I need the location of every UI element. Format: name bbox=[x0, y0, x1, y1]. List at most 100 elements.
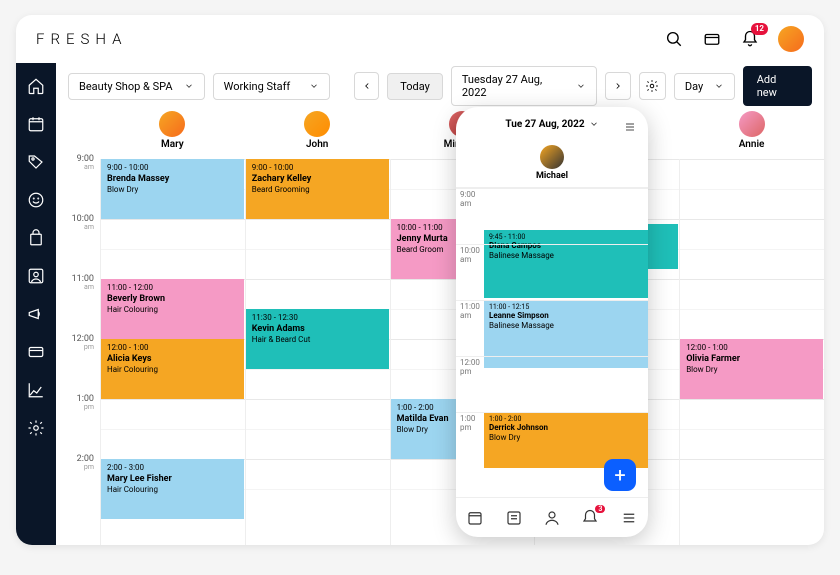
staff-cell[interactable]: John bbox=[245, 111, 390, 157]
phone-time-label: 11:00am bbox=[460, 302, 480, 320]
time-label: 9:00am bbox=[77, 155, 94, 171]
day-column: 9:00 - 10:00Zachary KelleyBeard Grooming… bbox=[245, 159, 390, 545]
sidebar bbox=[16, 63, 56, 545]
appt-time: 9:00 - 10:00 bbox=[252, 163, 383, 173]
chevron-down-icon bbox=[576, 81, 586, 91]
gear-icon[interactable] bbox=[27, 419, 45, 437]
card-icon[interactable] bbox=[27, 343, 45, 361]
appointment[interactable]: 12:00 - 1:00Alicia KeysHair Colouring bbox=[101, 339, 244, 399]
chevron-down-icon bbox=[714, 81, 724, 91]
phone-time-label: 1:00pm bbox=[460, 414, 475, 432]
phone-staff: Michael bbox=[456, 141, 648, 187]
user-avatar[interactable] bbox=[778, 26, 804, 52]
staff-avatar bbox=[739, 111, 765, 137]
day-column: 9:00 - 10:00Brenda MasseyBlow Dry 11:00 -… bbox=[100, 159, 245, 545]
fab-add-button[interactable]: + bbox=[604, 459, 636, 491]
tab-calendar-icon[interactable] bbox=[466, 509, 484, 527]
prev-day-button[interactable] bbox=[354, 72, 379, 100]
appt-client: Beverly Brown bbox=[107, 294, 238, 305]
time-label: 1:00pm bbox=[77, 395, 94, 411]
appt-service: Blow Dry bbox=[107, 185, 238, 195]
appointment[interactable]: 12:00 - 1:00Olivia FarmerBlow Dry bbox=[680, 339, 823, 399]
wallet-icon[interactable] bbox=[702, 29, 722, 49]
appointment[interactable]: 9:00 - 10:00Brenda MasseyBlow Dry bbox=[101, 159, 244, 219]
smile-icon[interactable] bbox=[27, 191, 45, 209]
date-dropdown[interactable]: Tuesday 27 Aug, 2022 bbox=[451, 66, 597, 106]
appt-service: Blow Dry bbox=[489, 433, 643, 443]
appt-service: Hair Colouring bbox=[107, 485, 238, 495]
staff-avatar bbox=[304, 111, 330, 137]
appt-time: 11:00 - 12:00 bbox=[107, 283, 238, 293]
staff-dropdown[interactable]: Working Staff bbox=[213, 73, 330, 100]
time-label: 12:00pm bbox=[72, 335, 94, 351]
location-label: Beauty Shop & SPA bbox=[79, 80, 173, 93]
calendar-settings-button[interactable] bbox=[639, 72, 666, 100]
appt-time: 11:00 - 12:15 bbox=[489, 303, 643, 311]
phone-appointment[interactable]: 11:00 - 12:15Leanne SimpsonBalinese Mass… bbox=[484, 300, 648, 368]
phone-appointment[interactable]: 9:45 - 11:00Diana CamposBalinese Massage bbox=[484, 230, 648, 298]
chevron-down-icon bbox=[184, 81, 194, 91]
appt-client: Leanne Simpson bbox=[489, 311, 643, 321]
tab-bell-icon[interactable]: 3 bbox=[581, 509, 599, 527]
tab-user-icon[interactable] bbox=[543, 509, 561, 527]
home-icon[interactable] bbox=[27, 77, 45, 95]
appt-client: Olivia Farmer bbox=[686, 354, 817, 365]
hamburger-icon[interactable] bbox=[622, 118, 638, 130]
phone-header: Tue 27 Aug, 2022 bbox=[456, 107, 648, 141]
appt-service: Hair Colouring bbox=[107, 365, 238, 375]
phone-time-label: 9:00am bbox=[460, 190, 475, 208]
appointment[interactable]: 11:00 - 12:00Beverly BrownHair Colouring bbox=[101, 279, 244, 339]
staff-name: John bbox=[306, 139, 328, 150]
appt-service: Blow Dry bbox=[686, 365, 817, 375]
appt-time: 12:00 - 1:00 bbox=[107, 343, 238, 353]
megaphone-icon[interactable] bbox=[27, 305, 45, 323]
appt-time: 1:00 - 2:00 bbox=[489, 415, 643, 423]
staff-cell[interactable]: Mary bbox=[100, 111, 245, 157]
appt-client: Brenda Massey bbox=[107, 174, 238, 185]
topbar-actions: 12 bbox=[664, 26, 804, 52]
tab-more-icon[interactable] bbox=[620, 509, 638, 527]
appt-service: Balinese Massage bbox=[489, 251, 643, 261]
staff-cell[interactable]: Annie bbox=[679, 111, 824, 157]
appt-client: Alicia Keys bbox=[107, 354, 238, 365]
appt-client: Derrick Johnson bbox=[489, 423, 643, 433]
tag-icon[interactable] bbox=[27, 153, 45, 171]
bell-icon[interactable]: 12 bbox=[740, 29, 760, 49]
appt-client: Zachary Kelley bbox=[252, 174, 383, 185]
phone-staff-name: Michael bbox=[536, 171, 568, 181]
search-icon[interactable] bbox=[664, 29, 684, 49]
staff-row: MaryJohnMirandaMichaelAnnie bbox=[56, 109, 824, 157]
phone-date-dropdown[interactable]: Tue 27 Aug, 2022 bbox=[505, 119, 598, 130]
phone-time-label: 10:00am bbox=[460, 246, 480, 264]
next-day-button[interactable] bbox=[605, 72, 630, 100]
today-button[interactable]: Today bbox=[387, 73, 443, 100]
day-column: 12:00 - 1:00Olivia FarmerBlow Dry bbox=[679, 159, 824, 545]
appt-service: Hair Colouring bbox=[107, 305, 238, 315]
calendar-grid: 9:00am10:00am11:00am12:00pm1:00pm2:00pm … bbox=[56, 159, 824, 545]
appointment[interactable]: 2:00 - 3:00Mary Lee FisherHair Colouring bbox=[101, 459, 244, 519]
phone-notification-badge: 3 bbox=[595, 505, 605, 513]
view-dropdown[interactable]: Day bbox=[674, 73, 735, 100]
appointment[interactable]: 9:00 - 10:00Zachary KelleyBeard Grooming bbox=[246, 159, 389, 219]
location-dropdown[interactable]: Beauty Shop & SPA bbox=[68, 73, 205, 100]
appt-time: 9:00 - 10:00 bbox=[107, 163, 238, 173]
user-box-icon[interactable] bbox=[27, 267, 45, 285]
calendar: MaryJohnMirandaMichaelAnnie 9:00am10:00a… bbox=[56, 109, 824, 545]
toolbar: Beauty Shop & SPA Working Staff Today Tu… bbox=[56, 63, 824, 109]
time-column: 9:00am10:00am11:00am12:00pm1:00pm2:00pm bbox=[56, 159, 100, 545]
appointment[interactable]: 11:30 - 12:30Kevin AdamsHair & Beard Cut bbox=[246, 309, 389, 369]
appt-time: 11:30 - 12:30 bbox=[252, 313, 383, 323]
tab-list-icon[interactable] bbox=[505, 509, 523, 527]
appt-client: Kevin Adams bbox=[252, 324, 383, 335]
chart-icon[interactable] bbox=[27, 381, 45, 399]
chevron-down-icon bbox=[309, 81, 319, 91]
time-label: 2:00pm bbox=[77, 455, 94, 471]
add-new-button[interactable]: Add new bbox=[743, 66, 812, 106]
appt-client: Mary Lee Fisher bbox=[107, 474, 238, 485]
product-icon[interactable] bbox=[27, 229, 45, 247]
calendar-icon[interactable] bbox=[27, 115, 45, 133]
view-label: Day bbox=[685, 80, 703, 93]
phone-time-label: 12:00pm bbox=[460, 358, 480, 376]
phone-tabbar: 3 bbox=[456, 497, 648, 537]
phone-staff-avatar bbox=[540, 145, 564, 169]
